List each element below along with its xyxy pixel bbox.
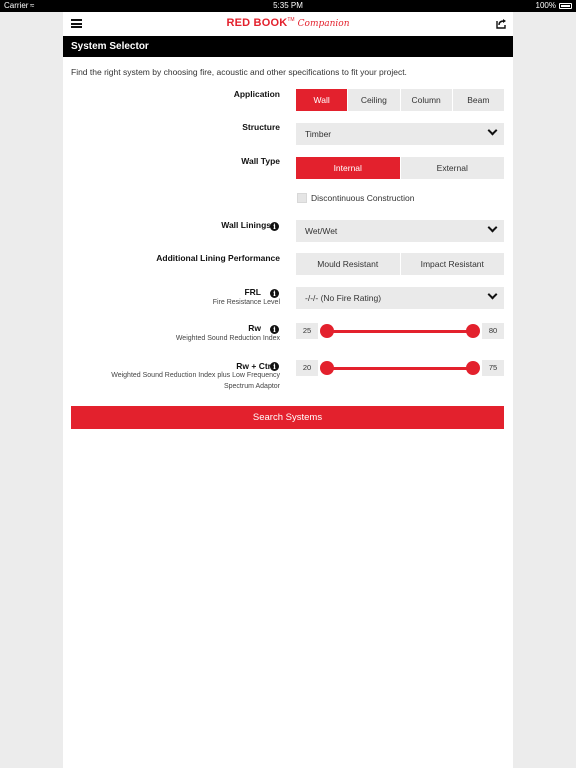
rw-ctr-sublabel-line2: Spectrum Adaptor [223, 383, 280, 390]
rw-slider-track [327, 330, 473, 333]
wall-linings-label: Wall Linings [221, 220, 271, 230]
rw-max-thumb[interactable] [466, 324, 480, 338]
wall-linings-select[interactable]: Wet/Wet [296, 220, 504, 242]
page-title: System Selector [63, 36, 513, 57]
impact-resistant-option[interactable]: Impact Resistant [399, 253, 505, 275]
wall-type-option-external[interactable]: External [399, 157, 505, 179]
rw-ctr-slider-track [327, 367, 473, 370]
info-icon[interactable]: i [270, 362, 279, 371]
chevron-down-icon [487, 289, 498, 300]
info-icon[interactable]: i [270, 222, 279, 231]
application-option-beam[interactable]: Beam [451, 89, 504, 111]
intro-text: Find the right system by choosing fire, … [71, 67, 407, 77]
main-panel: RED BOOKTM Companion System Selector Fin… [63, 12, 513, 768]
chevron-down-icon [487, 125, 498, 136]
wall-type-segmented-control: Internal External [296, 157, 504, 179]
rw-min-value: 25 [296, 323, 318, 339]
battery-icon [559, 3, 572, 9]
structure-select[interactable]: Timber [296, 123, 504, 145]
info-icon[interactable]: i [270, 325, 279, 334]
rw-min-thumb[interactable] [320, 324, 334, 338]
structure-value: Timber [305, 129, 332, 139]
frl-select[interactable]: -/-/- (No Fire Rating) [296, 287, 504, 309]
wall-type-label: Wall Type [241, 156, 280, 166]
logo-trademark: TM [287, 17, 295, 23]
wall-type-option-internal[interactable]: Internal [296, 157, 400, 179]
frl-label: FRL [244, 287, 261, 297]
rw-ctr-min-value: 20 [296, 360, 318, 376]
navbar: RED BOOKTM Companion [63, 12, 513, 36]
rw-ctr-range-slider: 20 75 [296, 360, 504, 376]
logo-main-text: RED BOOK [226, 17, 288, 29]
application-label: Application [233, 89, 280, 99]
application-option-ceiling[interactable]: Ceiling [347, 89, 399, 111]
application-segmented-control: Wall Ceiling Column Beam [296, 89, 504, 111]
rw-max-value: 80 [482, 323, 504, 339]
app-logo: RED BOOKTM Companion [63, 17, 513, 29]
additional-lining-label: Additional Lining Performance [156, 253, 280, 263]
application-option-wall[interactable]: Wall [296, 89, 348, 111]
battery-percent: 100% [535, 1, 556, 10]
rw-ctr-min-thumb[interactable] [320, 361, 334, 375]
structure-label: Structure [242, 122, 280, 132]
rw-ctr-max-thumb[interactable] [466, 361, 480, 375]
frl-sublabel: Fire Resistance Level [212, 299, 280, 306]
chevron-down-icon [487, 222, 498, 233]
status-bar: Carrier ≈ 5:35 PM 100% [0, 0, 576, 12]
wall-linings-value: Wet/Wet [305, 226, 338, 236]
discontinuous-construction-label: Discontinuous Construction [311, 193, 415, 203]
share-icon[interactable] [495, 17, 507, 29]
rw-ctr-sublabel-line1: Weighted Sound Reduction Index plus Low … [111, 372, 280, 379]
logo-script-text: Companion [297, 19, 350, 29]
rw-range-slider: 25 80 [296, 323, 504, 339]
info-icon[interactable]: i [270, 289, 279, 298]
rw-ctr-max-value: 75 [482, 360, 504, 376]
rw-ctr-label: Rw + Ctr [236, 361, 271, 371]
rw-label: Rw [248, 323, 261, 333]
application-option-column[interactable]: Column [399, 89, 452, 111]
additional-lining-control: Mould Resistant Impact Resistant [296, 253, 504, 275]
mould-resistant-option[interactable]: Mould Resistant [296, 253, 400, 275]
discontinuous-construction-checkbox[interactable] [297, 193, 307, 203]
clock: 5:35 PM [273, 1, 303, 10]
frl-value: -/-/- (No Fire Rating) [305, 293, 382, 303]
search-systems-button[interactable]: Search Systems [71, 406, 504, 429]
rw-sublabel: Weighted Sound Reduction Index [175, 335, 280, 342]
